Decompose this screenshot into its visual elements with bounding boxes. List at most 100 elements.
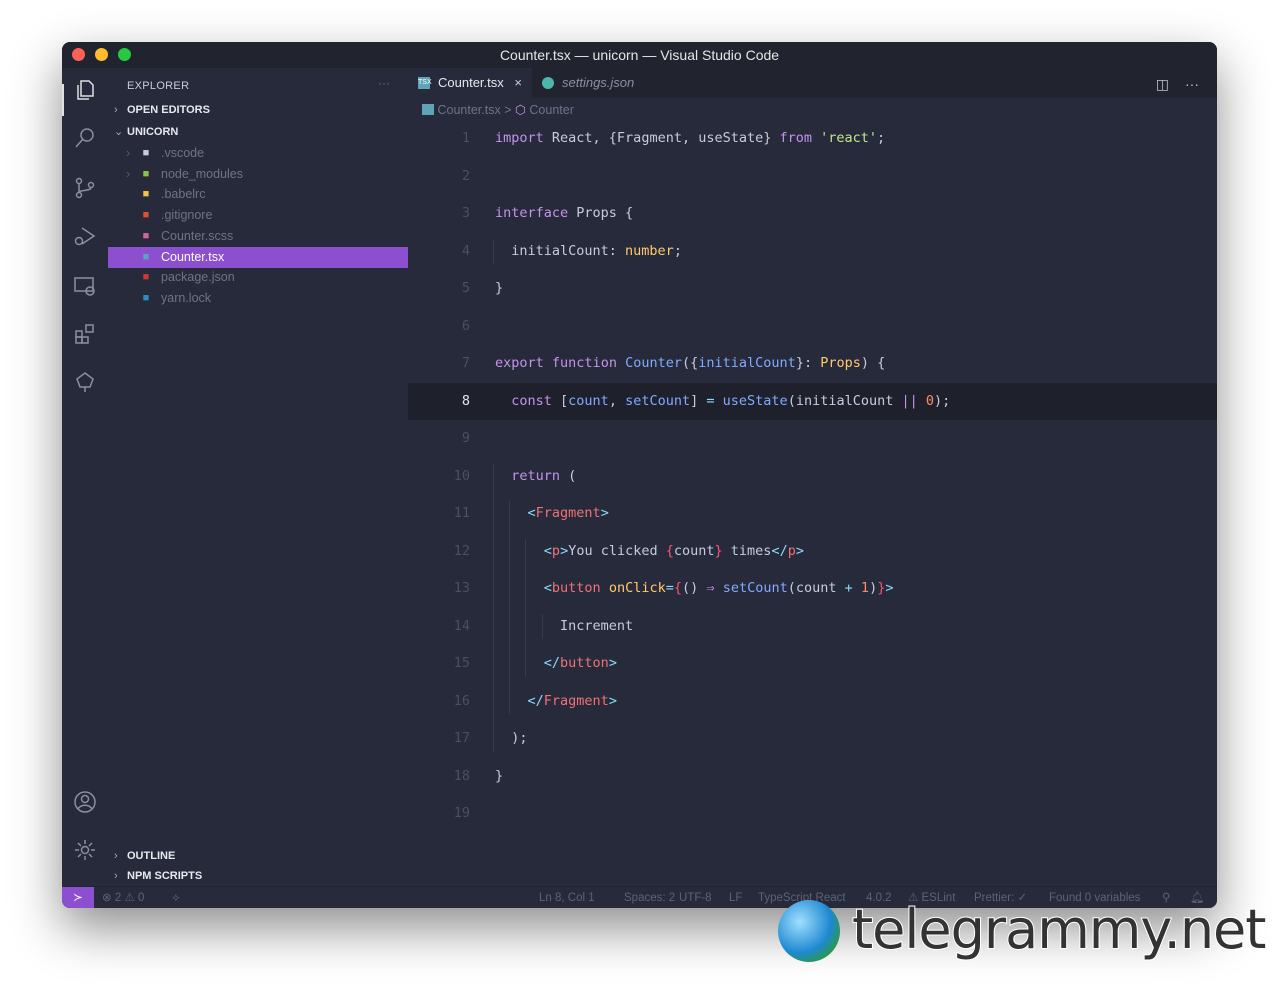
file-item[interactable]: › ■ .vscode xyxy=(108,143,408,164)
code-token: ( xyxy=(560,467,577,484)
code-token: () xyxy=(682,580,707,596)
code-token: </ xyxy=(771,542,788,559)
code-token: ) { xyxy=(860,355,886,371)
breadcrumb-file[interactable]: Counter.tsx xyxy=(437,103,500,117)
code-line: 14 Increment xyxy=(408,608,1217,645)
code-line: 6 xyxy=(408,308,1217,345)
line-number: 9 xyxy=(461,430,470,446)
open-editors-section[interactable]: › OPEN EDITORS xyxy=(114,104,210,116)
line-number: 5 xyxy=(461,280,470,296)
activity-bar xyxy=(62,68,108,886)
code-text: return ( xyxy=(495,458,576,495)
chevron-right-icon: › xyxy=(114,104,118,116)
file-item[interactable]: › ■ node_modules xyxy=(108,164,408,185)
npm-scripts-section[interactable]: › NPM SCRIPTS xyxy=(114,870,202,882)
code-line: 1 import React, {Fragment, useState} from… xyxy=(408,120,1217,157)
breadcrumb: Counter.tsx > ⬡ Counter xyxy=(422,102,574,117)
code-token: count xyxy=(673,542,715,559)
search-icon[interactable] xyxy=(73,126,97,150)
settings-gear-icon[interactable] xyxy=(73,838,97,862)
code-token: (count xyxy=(787,580,845,596)
more-actions-icon[interactable]: ··· xyxy=(1185,76,1199,92)
problems-indicator[interactable]: ⊗ 2 ⚠ 0 xyxy=(102,887,144,908)
file-name: package.json xyxy=(161,270,235,285)
explorer-sidebar: EXPLORER ··· › OPEN EDITORS ⌄ UNICORN › ■ .v… xyxy=(108,68,408,886)
split-editor-icon[interactable]: ◫ xyxy=(1156,76,1169,93)
account-icon[interactable] xyxy=(73,790,97,814)
cursor-position[interactable]: Ln 8, Col 1 xyxy=(539,887,595,908)
more-actions-icon[interactable]: ··· xyxy=(378,76,390,90)
code-token: React, {Fragment, useState} xyxy=(543,130,780,146)
code-token: ; xyxy=(877,130,886,146)
tsx-icon xyxy=(422,104,434,115)
code-text: } xyxy=(495,758,503,795)
code-token: ); xyxy=(934,392,951,409)
code-token: > xyxy=(885,580,894,596)
remote-indicator-icon[interactable]: ≻ xyxy=(62,887,94,908)
code-text: ); xyxy=(495,720,527,757)
maximize-window-button[interactable] xyxy=(118,48,131,61)
tab-label: settings.json xyxy=(562,75,635,90)
file-item[interactable]: ■ Counter.tsx xyxy=(108,246,408,268)
code-token: interface xyxy=(495,205,569,221)
code-token: ; xyxy=(673,242,682,259)
code-token: Props { xyxy=(568,205,634,221)
remote-explorer-icon[interactable] xyxy=(73,274,97,298)
code-token: Fragment xyxy=(535,505,601,521)
file-item[interactable]: ■ .gitignore xyxy=(108,205,408,226)
source-control-icon[interactable] xyxy=(73,176,97,200)
live-share-icon[interactable] xyxy=(73,370,97,394)
code-token: > xyxy=(795,542,804,559)
code-token: 1 xyxy=(860,580,870,596)
breadcrumb-symbol[interactable]: Counter xyxy=(529,103,573,117)
line-number: 3 xyxy=(461,205,470,221)
code-token: const xyxy=(511,392,552,409)
file-item[interactable]: ■ package.json xyxy=(108,267,408,288)
code-text: import React, {Fragment, useState} from … xyxy=(495,120,885,157)
file-name: .babelrc xyxy=(161,187,206,202)
line-number: 1 xyxy=(461,130,470,146)
folder-icon: ■ xyxy=(142,147,150,159)
chevron-right-icon: › xyxy=(126,166,131,181)
code-token: , xyxy=(608,392,626,409)
tab-counter-tsx[interactable]: TSX Counter.tsx × xyxy=(408,68,532,98)
file-item[interactable]: ■ yarn.lock xyxy=(108,288,408,309)
code-line: 8 const [count, setCount] = useState(ini… xyxy=(408,382,1217,420)
code-token: } xyxy=(714,542,723,559)
outline-section[interactable]: › OUTLINE xyxy=(114,850,175,862)
explorer-icon[interactable] xyxy=(73,78,97,102)
code-token: < xyxy=(527,505,536,521)
extensions-icon[interactable] xyxy=(73,322,97,346)
file-item[interactable]: ■ Counter.scss xyxy=(108,226,408,247)
code-line: 17 ); xyxy=(408,720,1217,757)
close-tab-icon[interactable]: × xyxy=(514,68,522,98)
line-number: 15 xyxy=(453,655,470,671)
minimize-window-button[interactable] xyxy=(95,48,108,61)
live-share-status-icon[interactable]: ⟡ xyxy=(172,887,180,908)
watermark-text: telegrammy.net xyxy=(851,897,1267,962)
encoding[interactable]: UTF-8 xyxy=(679,887,712,908)
end-of-line[interactable]: LF xyxy=(729,887,742,908)
indentation[interactable]: Spaces: 2 xyxy=(624,887,675,908)
code-token: Increment xyxy=(495,617,634,634)
run-debug-icon[interactable] xyxy=(73,224,97,248)
section-label: OPEN EDITORS xyxy=(127,104,210,116)
close-window-button[interactable] xyxy=(72,48,85,61)
file-name: Counter.tsx xyxy=(161,249,225,264)
tsx-icon: TSX xyxy=(418,77,432,89)
tab-settings-json[interactable]: settings.json xyxy=(532,68,666,98)
unicorn-section[interactable]: ⌄ UNICORN xyxy=(114,125,178,138)
file-item[interactable]: ■ .babelrc xyxy=(108,184,408,205)
code-token: = xyxy=(706,392,715,409)
code-token: ⇒ xyxy=(706,580,715,596)
line-number: 4 xyxy=(461,242,470,259)
